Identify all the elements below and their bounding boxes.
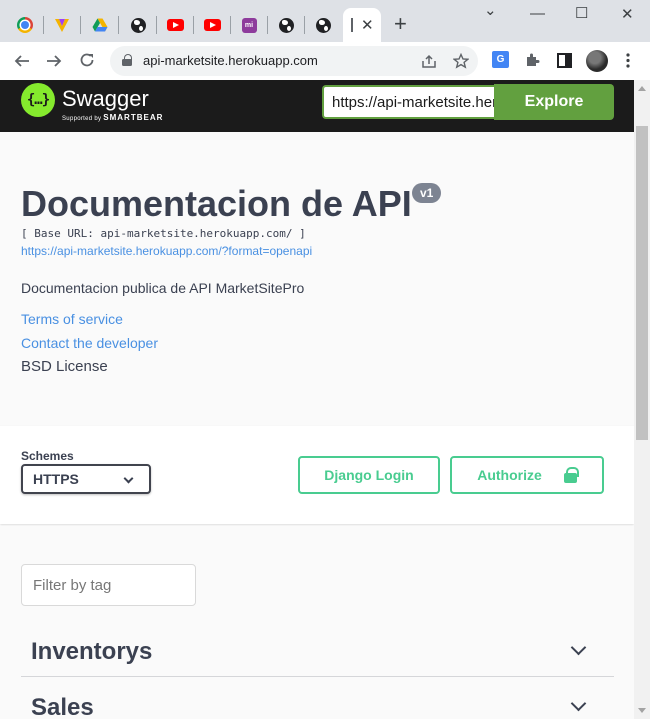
django-login-button[interactable]: Django Login [298, 456, 440, 494]
tab-favicon [351, 18, 353, 32]
extensions-icon[interactable] [524, 52, 540, 68]
swagger-logo-icon: {…} [21, 83, 55, 117]
more-menu-icon[interactable] [626, 53, 630, 68]
profile-avatar[interactable] [586, 50, 608, 72]
share-icon[interactable] [421, 54, 437, 69]
info-section [0, 132, 634, 426]
tab-separator [118, 16, 119, 34]
schemes-label: Schemes [21, 449, 74, 463]
youtube-icon [166, 19, 184, 31]
youtube-icon [203, 19, 221, 31]
reload-icon[interactable] [79, 52, 95, 68]
scroll-down-icon[interactable] [638, 708, 646, 713]
browser-tab-active[interactable]: ✕ [343, 8, 381, 42]
browser-tab[interactable]: mi [235, 8, 263, 42]
tab-separator [156, 16, 157, 34]
browser-tab[interactable] [161, 8, 189, 42]
api-description: Documentacion publica de API MarketSiteP… [21, 280, 305, 296]
license-text: BSD License [21, 358, 108, 375]
tag-section-inventorys[interactable]: Inventorys [21, 626, 614, 677]
lock-icon[interactable] [122, 54, 132, 66]
vivaldi-icon [55, 19, 69, 32]
authorize-button[interactable]: Authorize [450, 456, 604, 494]
maximize-button[interactable]: ☐ [575, 6, 588, 21]
filter-by-tag-input[interactable] [21, 564, 196, 606]
version-badge: v1 [412, 183, 442, 203]
browser-tab[interactable] [124, 8, 152, 42]
smartbear-name: SMARTBEAR [103, 113, 164, 122]
chevron-down-icon[interactable] [570, 639, 587, 656]
tag-section-sales[interactable]: Sales [21, 682, 614, 719]
side-panel-icon[interactable] [557, 53, 572, 68]
page-title: Documentacion de API [21, 183, 412, 224]
spec-url-input[interactable] [322, 85, 495, 119]
browser-tab[interactable] [11, 8, 39, 42]
chevron-down-icon [123, 473, 134, 484]
browser-tab[interactable] [198, 8, 226, 42]
chevron-down-icon[interactable] [570, 695, 587, 712]
tab-separator [267, 16, 268, 34]
schemes-selected-value: HTTPS [33, 471, 79, 487]
browser-tab[interactable] [86, 8, 114, 42]
terms-of-service-link[interactable]: Terms of service [21, 311, 123, 327]
tab-separator [230, 16, 231, 34]
globe-icon [315, 17, 331, 33]
swagger-supported-by: Supported by SMARTBEAR [62, 113, 163, 122]
google-drive-icon [92, 18, 108, 32]
swagger-brand: Swagger [62, 86, 149, 111]
google-translate-icon[interactable]: G [492, 51, 509, 68]
tab-close-icon[interactable]: ✕ [361, 18, 374, 33]
scroll-up-icon[interactable] [638, 86, 646, 91]
globe-icon [130, 17, 146, 33]
page-scrollbar[interactable] [634, 80, 650, 719]
globe-icon [278, 17, 294, 33]
bookmark-star-icon[interactable] [453, 53, 469, 69]
explore-button[interactable]: Explore [494, 84, 614, 120]
base-url: [ Base URL: api-marketsite.herokuapp.com… [21, 227, 306, 240]
address-bar[interactable]: api-marketsite.herokuapp.com [110, 46, 478, 76]
browser-tab[interactable] [48, 8, 76, 42]
tab-separator [304, 16, 305, 34]
minimize-button[interactable]: — [530, 6, 545, 21]
django-login-label: Django Login [324, 467, 414, 483]
mi-icon: mi [241, 17, 257, 33]
authorize-label: Authorize [477, 467, 542, 483]
tab-separator [193, 16, 194, 34]
browser-tab[interactable] [309, 8, 337, 42]
tab-search-icon[interactable]: ⌄ [484, 3, 497, 18]
chrome-icon [17, 17, 33, 33]
forward-icon[interactable] [46, 53, 62, 69]
tab-separator [80, 16, 81, 34]
tag-title: Sales [31, 694, 94, 719]
schemes-select[interactable]: HTTPS [21, 464, 151, 494]
supported-by-prefix: Supported by [62, 116, 102, 122]
tab-separator [43, 16, 44, 34]
browser-toolbar: api-marketsite.herokuapp.com [0, 42, 650, 80]
contact-developer-link[interactable]: Contact the developer [21, 335, 158, 351]
new-tab-button[interactable]: + [394, 13, 407, 35]
tag-title: Inventorys [31, 638, 153, 665]
scroll-thumb[interactable] [636, 126, 648, 440]
back-icon[interactable] [14, 53, 30, 69]
lock-icon [563, 467, 579, 483]
close-window-button[interactable]: ✕ [621, 7, 634, 22]
spec-url-link[interactable]: https://api-marketsite.herokuapp.com/?fo… [21, 244, 312, 258]
browser-tab[interactable] [272, 8, 300, 42]
address-url: api-marketsite.herokuapp.com [143, 53, 318, 68]
